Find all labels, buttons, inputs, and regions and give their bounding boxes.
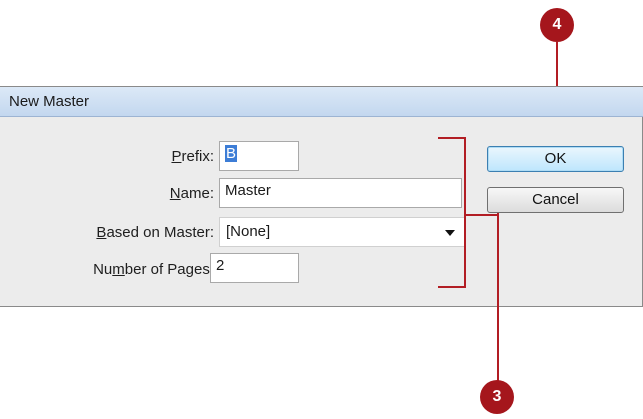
callout-badge-4: 4 [540, 8, 574, 42]
name-label: Name: [169, 185, 214, 202]
new-master-dialog: New Master Prefix: B Name: Master Based … [0, 86, 643, 307]
cancel-button[interactable]: Cancel [487, 187, 624, 213]
ok-button[interactable]: OK [487, 146, 624, 172]
bracket-connector [464, 214, 498, 216]
based-on-master-value: [None] [226, 223, 271, 240]
number-of-pages-value: 2 [216, 257, 225, 274]
number-of-pages-field[interactable]: 2 [210, 253, 299, 283]
chevron-down-icon [445, 230, 455, 236]
based-on-master-label: Based on Master: [96, 224, 214, 241]
callout-badge-3: 3 [480, 380, 514, 414]
dialog-title: New Master [9, 93, 90, 110]
number-of-pages-label: Number of Pages: [93, 261, 214, 278]
based-on-master-select[interactable]: [None] [219, 217, 465, 247]
prefix-label: Prefix: [171, 148, 214, 165]
dialog-titlebar[interactable]: New Master [0, 87, 643, 117]
bracket-vertical [464, 137, 466, 288]
bracket-bottom [438, 286, 466, 288]
prefix-field[interactable]: B [219, 141, 299, 171]
callout-line-fields [497, 213, 499, 381]
prefix-value: B [225, 145, 238, 162]
name-value: Master [225, 182, 271, 199]
bracket-top [438, 137, 466, 139]
name-field[interactable]: Master [219, 178, 462, 208]
